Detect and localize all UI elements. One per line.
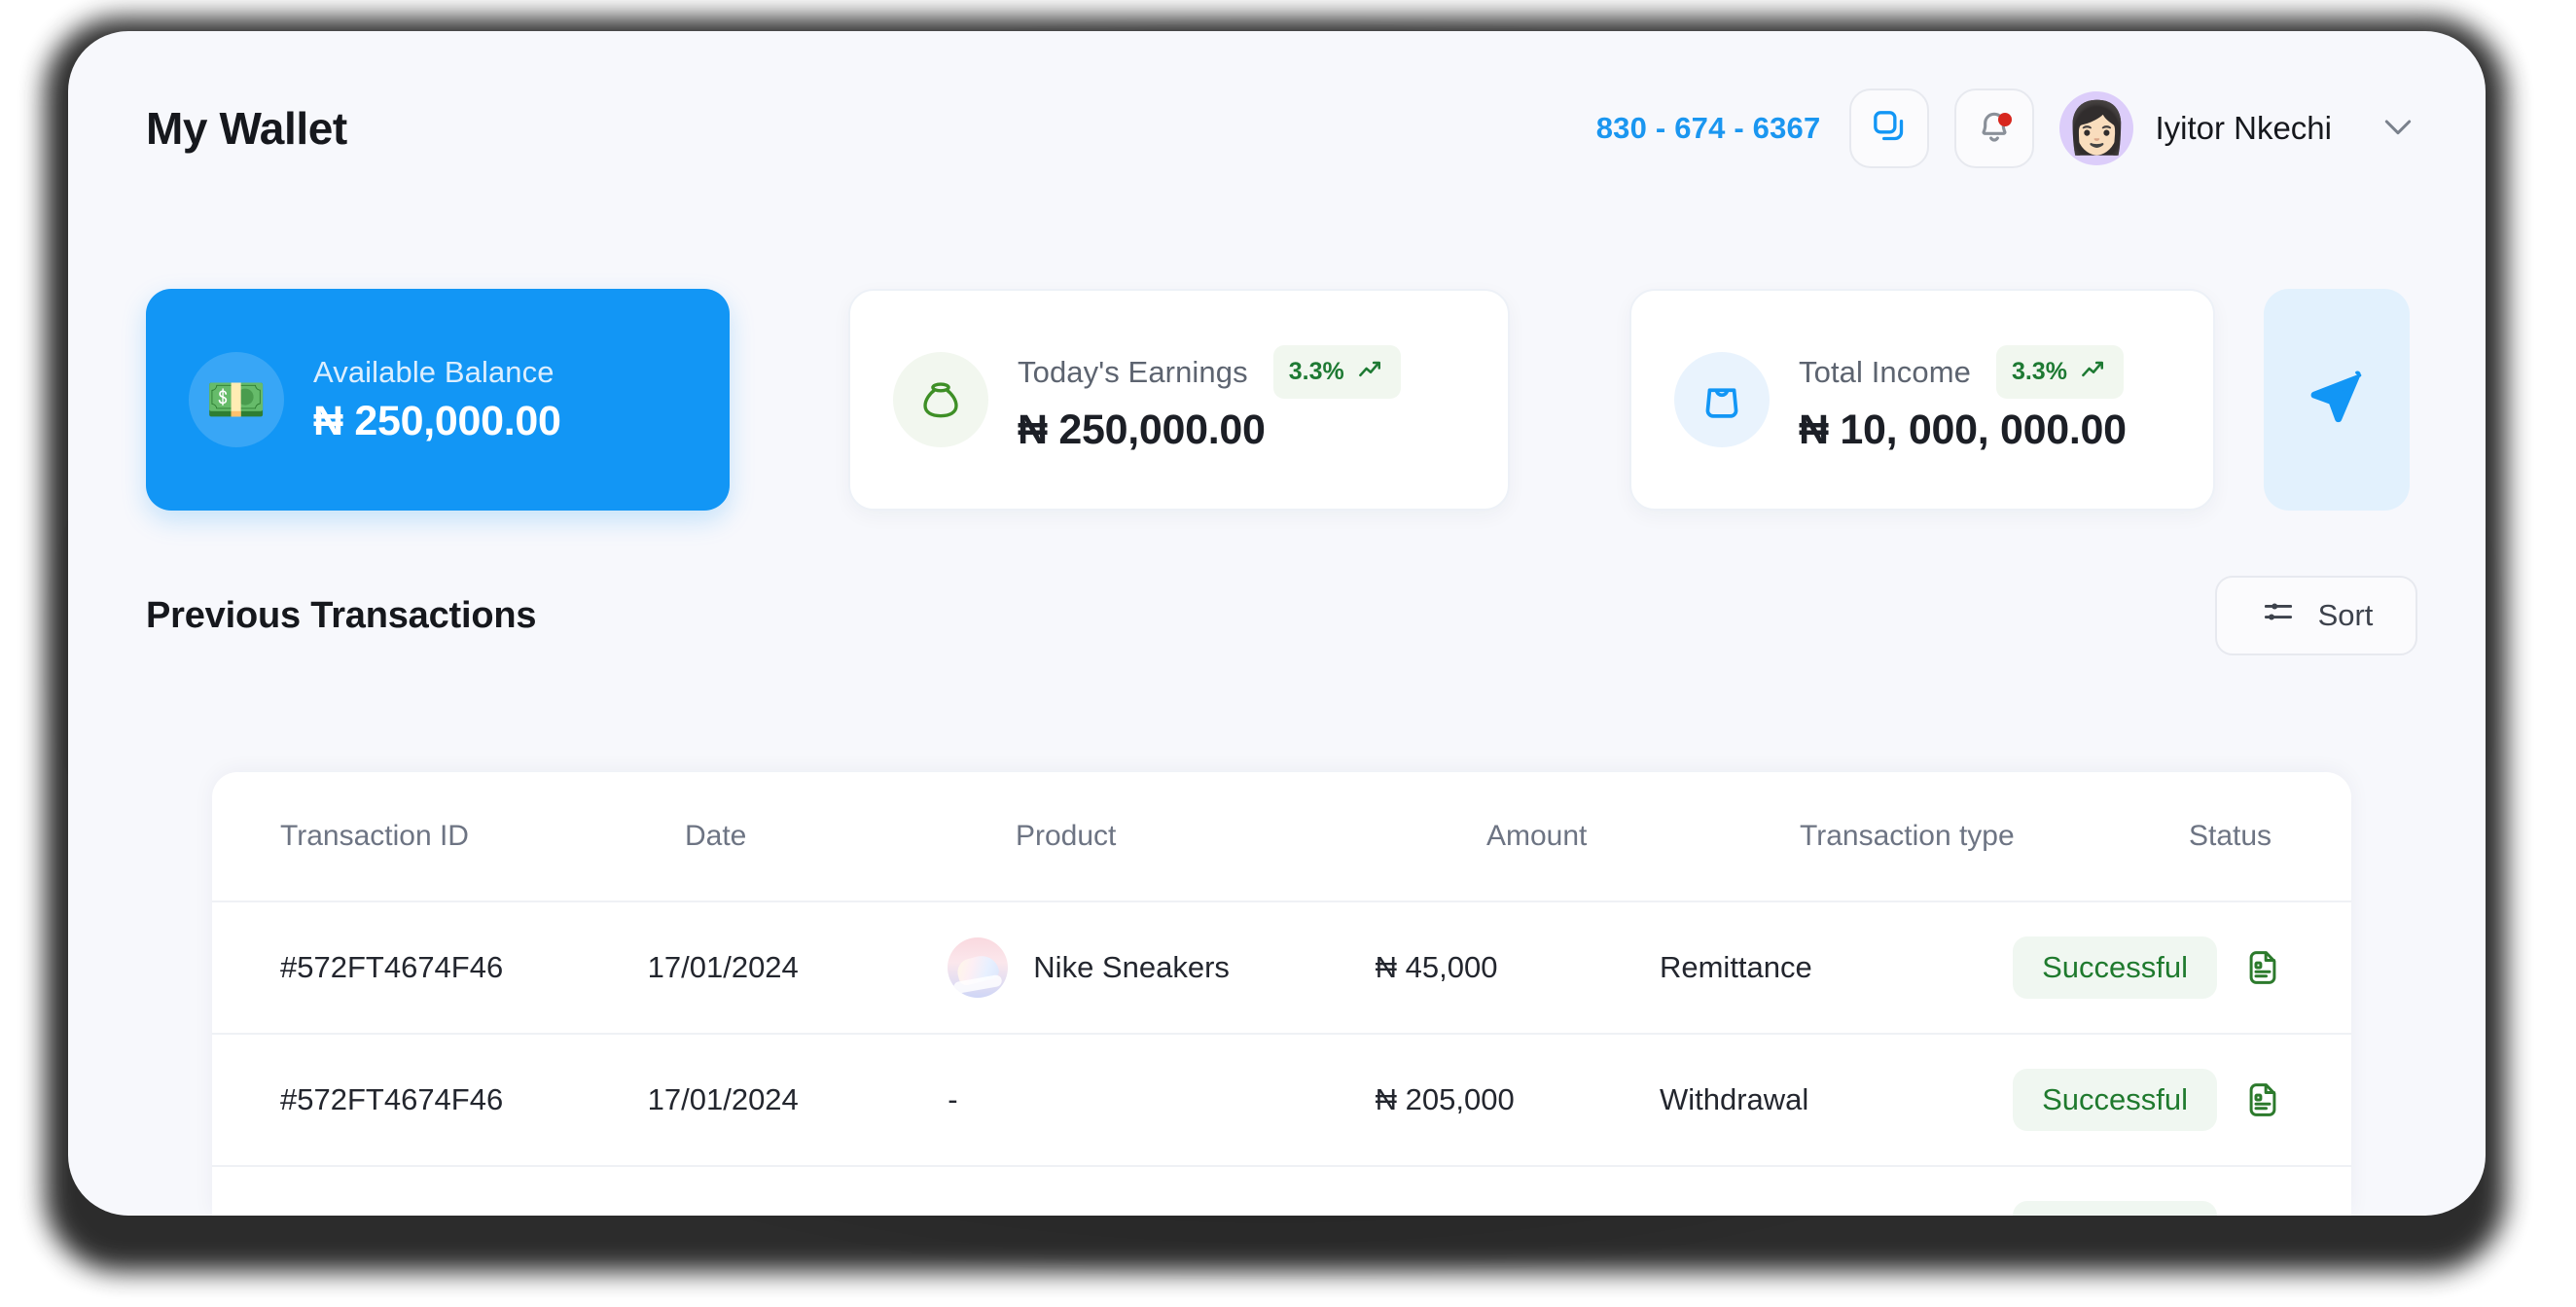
money-bag-icon xyxy=(893,352,988,447)
chevron-down-icon xyxy=(2379,107,2417,151)
cell-date: 17/01/2024 xyxy=(647,1082,799,1116)
status-badge: Successful xyxy=(2013,1069,2218,1131)
cell-transaction-id: #572FT4674F46 xyxy=(280,950,504,984)
total-income-percent: 3.3% xyxy=(2011,358,2067,385)
cell-product-name: - xyxy=(948,1082,958,1116)
cell-product: - xyxy=(948,1215,1375,1216)
sort-button-label: Sort xyxy=(2317,598,2374,632)
column-header-amount: Amount xyxy=(1486,820,1588,852)
cell-amount: ₦ 500,000 xyxy=(1376,1215,1660,1216)
table-row[interactable]: #572FT4674F46 17/01/2024 Nike Sneakers ₦… xyxy=(212,902,2351,1035)
money-stack-icon: 💵 xyxy=(189,352,284,447)
total-income-value: ₦ 10, 000, 000.00 xyxy=(1799,406,2127,453)
available-balance-label: Available Balance xyxy=(313,354,555,389)
total-income-label: Total Income xyxy=(1799,354,1971,389)
wallet-app-window: My Wallet 830 - 674 - 6367 👩🏻 Iyitor Nke… xyxy=(68,31,2486,1216)
table-row[interactable]: #572FT4674F46 17/01/2024 - ₦ 205,000 Wit… xyxy=(212,1035,2351,1167)
receipt-document-icon[interactable] xyxy=(2242,947,2283,988)
total-income-body: Total Income 3.3% ₦ 10, 000, 000.00 xyxy=(1799,345,2127,454)
available-balance-label-row: Available Balance xyxy=(313,355,561,390)
page-title: My Wallet xyxy=(146,103,347,154)
shopping-bag-icon xyxy=(1674,352,1770,447)
cell-amount: ₦ 45,000 xyxy=(1375,950,1498,984)
column-header-transaction-type: Transaction type xyxy=(1800,820,2015,852)
total-income-card[interactable]: Total Income 3.3% ₦ 10, 000, 000.00 xyxy=(1629,289,2215,511)
cell-product: - xyxy=(948,1082,1375,1117)
todays-earnings-value: ₦ 250,000.00 xyxy=(1018,406,1266,453)
header-actions: 830 - 674 - 6367 👩🏻 Iyitor Nkechi xyxy=(1596,88,2417,168)
bell-icon xyxy=(1975,107,2014,151)
receipt-document-icon[interactable] xyxy=(2242,1079,2283,1120)
avatar[interactable]: 👩🏻 xyxy=(2059,91,2134,165)
table-row[interactable]: #572FT4674F46 17/01/2024 - ₦ 500,000 Wit… xyxy=(212,1167,2351,1216)
screenshot-stage: My Wallet 830 - 674 - 6367 👩🏻 Iyitor Nke… xyxy=(0,0,2576,1307)
filter-sliders-icon xyxy=(2260,593,2297,638)
column-header-product: Product xyxy=(1016,820,1117,852)
column-header-status: Status xyxy=(2189,820,2272,852)
transactions-table: Transaction ID Date Product Amount Trans… xyxy=(212,772,2351,1216)
cell-product: Nike Sneakers xyxy=(948,937,1375,998)
copy-account-button[interactable] xyxy=(1849,88,1930,168)
available-balance-body: Available Balance ₦ 250,000.00 xyxy=(313,355,561,445)
cell-transaction-type: Remittance xyxy=(1659,950,1812,984)
total-income-change-badge: 3.3% xyxy=(1995,345,2124,399)
sort-button[interactable]: Sort xyxy=(2215,576,2417,655)
table-header-row: Transaction ID Date Product Amount Trans… xyxy=(212,772,2351,902)
send-money-button[interactable] xyxy=(2264,289,2410,511)
status-badge: Successful xyxy=(2013,936,2218,999)
copy-icon xyxy=(1870,107,1909,151)
trend-up-icon xyxy=(2079,354,2108,390)
cell-product-name: Nike Sneakers xyxy=(1033,950,1230,984)
available-balance-value: ₦ 250,000.00 xyxy=(313,397,561,444)
cell-transaction-type: Withdrawal xyxy=(1660,1215,2013,1216)
notifications-button[interactable] xyxy=(1954,88,2035,168)
send-plane-icon xyxy=(2307,368,2367,433)
cell-amount: ₦ 205,000 xyxy=(1375,1082,1515,1116)
todays-earnings-card[interactable]: Today's Earnings 3.3% ₦ 250,000.00 xyxy=(848,289,1510,511)
cell-status: Successful xyxy=(2013,1201,2283,1216)
user-name: Iyitor Nkechi xyxy=(2155,110,2332,146)
todays-earnings-body: Today's Earnings 3.3% ₦ 250,000.00 xyxy=(1018,345,1401,454)
cell-date: 17/01/2024 xyxy=(647,950,799,984)
user-menu-button[interactable] xyxy=(2379,107,2417,151)
todays-earnings-percent: 3.3% xyxy=(1288,358,1344,385)
cell-transaction-id: #572FT4674F46 xyxy=(280,1082,504,1116)
cell-transaction-id: #572FT4674F46 xyxy=(280,1215,648,1216)
cell-status: Successful xyxy=(2013,936,2283,999)
todays-earnings-change-badge: 3.3% xyxy=(1272,345,1401,399)
account-number[interactable]: 830 - 674 - 6367 xyxy=(1596,111,1821,146)
column-header-date: Date xyxy=(685,820,747,852)
stat-cards-row: 💵 Available Balance ₦ 250,000.00 Today's… xyxy=(146,289,2417,511)
trend-up-icon xyxy=(1356,354,1385,390)
cell-transaction-type: Withdrawal xyxy=(1659,1082,1809,1116)
todays-earnings-label-row: Today's Earnings 3.3% xyxy=(1018,345,1401,399)
receipt-document-icon[interactable] xyxy=(2242,1212,2283,1216)
available-balance-card[interactable]: 💵 Available Balance ₦ 250,000.00 xyxy=(146,289,730,511)
transactions-title: Previous Transactions xyxy=(146,594,537,636)
cell-date: 17/01/2024 xyxy=(648,1215,948,1216)
todays-earnings-label: Today's Earnings xyxy=(1018,354,1248,389)
cell-status: Successful xyxy=(2013,1069,2283,1131)
column-header-transaction-id: Transaction ID xyxy=(280,820,469,852)
product-thumbnail-icon xyxy=(948,937,1009,998)
app-header: My Wallet 830 - 674 - 6367 👩🏻 Iyitor Nke… xyxy=(68,31,2486,226)
total-income-label-row: Total Income 3.3% xyxy=(1799,345,2127,399)
transactions-header-row: Previous Transactions Sort xyxy=(146,571,2417,660)
status-badge: Successful xyxy=(2013,1201,2218,1216)
